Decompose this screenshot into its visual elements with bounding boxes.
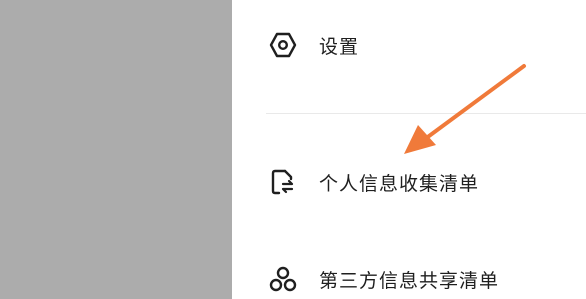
menu-item-label: 设置 — [319, 35, 360, 58]
menu-item-label: 个人信息收集清单 — [319, 172, 480, 195]
menu-item-third-party-sharing-list[interactable]: 第三方信息共享清单 — [267, 259, 567, 299]
share-nodes-icon — [267, 263, 299, 295]
divider — [266, 113, 586, 114]
menu-item-settings[interactable]: 设置 — [267, 25, 567, 65]
menu-item-personal-info-list[interactable]: 个人信息收集清单 — [267, 162, 567, 202]
document-exchange-icon — [267, 166, 299, 198]
screen: 设置 个人信息收集清单 第三方信息共享清单 — [0, 0, 586, 299]
dim-overlay[interactable] — [0, 0, 232, 299]
side-drawer: 设置 个人信息收集清单 第三方信息共享清单 — [232, 0, 586, 299]
menu-item-label: 第三方信息共享清单 — [319, 269, 500, 292]
settings-hexagon-icon — [267, 29, 299, 61]
